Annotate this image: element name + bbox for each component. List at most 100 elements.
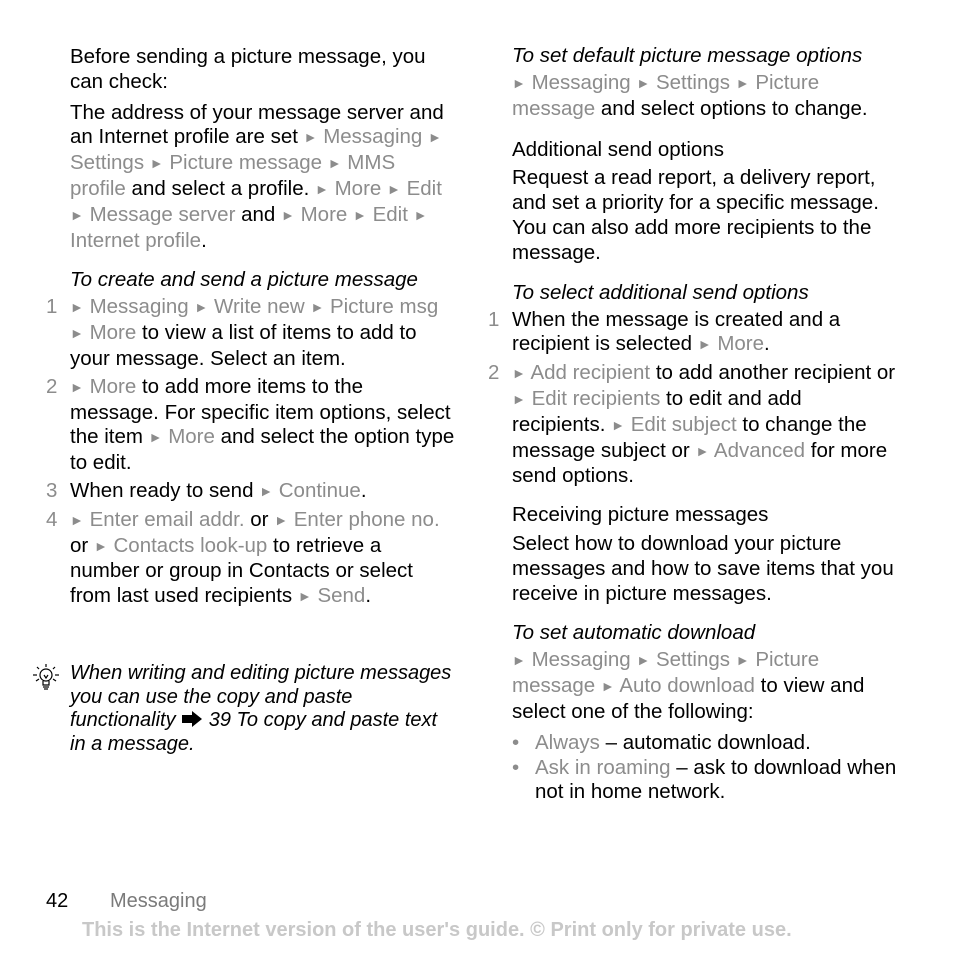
nav-arrow-icon: ►: [611, 416, 625, 433]
nav-arrow-icon: ►: [697, 336, 712, 353]
auto-download-heading: To set automatic download: [512, 621, 756, 645]
menu-path-item: Enter phone no.: [293, 507, 440, 531]
step-text: When ready to send: [70, 478, 254, 502]
step-item: 2 ► More to add more items to the messag…: [46, 375, 455, 476]
nav-arrow-icon: ►: [636, 652, 651, 669]
step-item: 1 When the message is created and a reci…: [488, 307, 897, 359]
nav-arrow-icon: ►: [70, 206, 84, 223]
menu-path-item: Write new: [213, 295, 305, 319]
step-text: or: [70, 533, 89, 557]
nav-path: ► Send: [298, 584, 365, 607]
step-item: 3 When ready to send ► Continue.: [46, 478, 455, 505]
nav-arrow-icon: ►: [194, 299, 209, 316]
menu-path-item: Messaging: [323, 125, 423, 149]
intro-text: Before sending a picture message, you ca…: [70, 45, 426, 93]
nav-path: ► Edit recipients: [512, 387, 660, 410]
nav-arrow-icon: ►: [70, 378, 84, 395]
menu-path-item: Auto download: [619, 674, 755, 698]
menu-path-item: More: [300, 202, 348, 226]
menu-path-item: Edit: [406, 176, 442, 200]
select-options-heading: To select additional send options: [512, 280, 809, 304]
menu-path-item: Continue: [278, 478, 361, 502]
create-steps: 1 ► Messaging ► Write new ► Picture msg …: [46, 295, 455, 610]
menu-path-item: More: [89, 374, 137, 398]
nav-arrow-icon: ►: [93, 537, 108, 554]
option-always: • Always – automatic download.: [512, 731, 897, 756]
nav-arrow-icon: ►: [413, 206, 428, 223]
nav-arrow-icon: ►: [259, 482, 274, 499]
lightbulb-icon: [33, 664, 59, 690]
download-options-list: • Always – automatic download. • Ask in …: [512, 731, 897, 805]
menu-path-item: More: [89, 321, 137, 345]
nav-arrow-icon: ►: [512, 75, 526, 91]
menu-path-item: Edit: [372, 202, 408, 226]
step-item: 4 ► Enter email addr. or ► Enter phone n…: [46, 507, 455, 610]
step-number: 2: [46, 374, 58, 398]
nav-arrow-icon: ►: [297, 588, 312, 605]
step-text: When the message is created and a recipi…: [512, 307, 841, 356]
left-column: Before sending a picture message, you ca…: [46, 45, 455, 613]
menu-path-item: More: [168, 425, 215, 449]
step-number: 3: [46, 478, 58, 502]
period: .: [365, 584, 372, 608]
option-label: Ask in roaming: [535, 755, 671, 779]
create-heading: To create and send a picture message: [70, 268, 418, 292]
menu-path-item: Settings: [655, 648, 731, 672]
menu-path-item: Message server: [89, 202, 236, 226]
period: .: [360, 478, 367, 502]
menu-path-item: Contacts look-up: [113, 533, 268, 557]
copyright-note: This is the Internet version of the user…: [82, 919, 792, 941]
step-item: 1 ► Messaging ► Write new ► Picture msg …: [46, 295, 455, 371]
period: .: [201, 228, 207, 252]
step-text: to add another recipient or: [655, 361, 896, 385]
step-text: or: [250, 507, 269, 531]
nav-path: ► More: [149, 425, 215, 448]
nav-path: ► Continue: [259, 479, 361, 502]
nav-arrow-icon: ►: [512, 652, 526, 669]
menu-path-item: More: [334, 176, 382, 200]
option-ask-in-roaming: • Ask in roaming – ask to download when …: [512, 756, 897, 806]
nav-arrow-icon: ►: [600, 678, 615, 695]
tip-note: When writing and editing picture message…: [70, 662, 455, 756]
menu-path-item: Settings: [70, 151, 145, 175]
menu-path-item: Edit recipients: [531, 386, 661, 410]
menu-path-item: Send: [317, 584, 366, 608]
step-item: 2 ► Add recipient to add another recipie…: [488, 361, 897, 489]
nav-arrow-icon: ►: [636, 75, 651, 91]
step-number: 1: [488, 307, 500, 331]
menu-path-item: Settings: [655, 71, 731, 94]
menu-path-item: Messaging: [89, 295, 189, 319]
receiving-body: Select how to download your picture mess…: [512, 531, 894, 605]
option-label: Always: [535, 730, 600, 754]
nav-arrow-icon: ►: [70, 511, 84, 528]
step-number: 1: [46, 295, 58, 319]
nav-path: ► More: [70, 375, 136, 398]
menu-path-item: More: [717, 332, 765, 356]
page-number: 42: [46, 890, 69, 912]
menu-path-item: Messaging: [531, 648, 631, 672]
default-options-heading: To set default picture message options: [512, 44, 863, 67]
step-number: 4: [46, 507, 58, 531]
nav-path: ► More: [698, 332, 764, 355]
menu-path-item: Messaging: [531, 71, 631, 94]
nav-path: ► Enter email addr.: [70, 508, 245, 531]
nav-arrow-icon: ►: [310, 299, 325, 316]
nav-arrow-icon: ►: [695, 442, 710, 459]
nav-arrow-icon: ►: [327, 155, 342, 172]
nav-arrow-icon: ►: [428, 129, 442, 146]
select-steps: 1 When the message is created and a reci…: [488, 307, 897, 490]
bullet-icon: •: [512, 730, 520, 754]
nav-arrow-icon: ►: [70, 299, 84, 316]
nav-arrow-icon: ►: [148, 429, 163, 446]
check-text: and: [241, 202, 276, 226]
menu-path-item: Picture msg: [330, 295, 439, 319]
nav-arrow-icon: ►: [512, 365, 526, 382]
menu-path-item: Advanced: [713, 438, 806, 462]
nav-arrow-icon: ►: [387, 180, 401, 197]
option-description: – automatic download.: [605, 730, 811, 754]
additional-options-body: Request a read report, a delivery report…: [512, 166, 879, 264]
nav-path: ► Add recipient: [512, 361, 650, 384]
check-paragraph: The address of your message server and a…: [70, 101, 455, 254]
nav-arrow-icon: ►: [512, 390, 526, 407]
nav-arrow-icon: ►: [315, 180, 329, 197]
